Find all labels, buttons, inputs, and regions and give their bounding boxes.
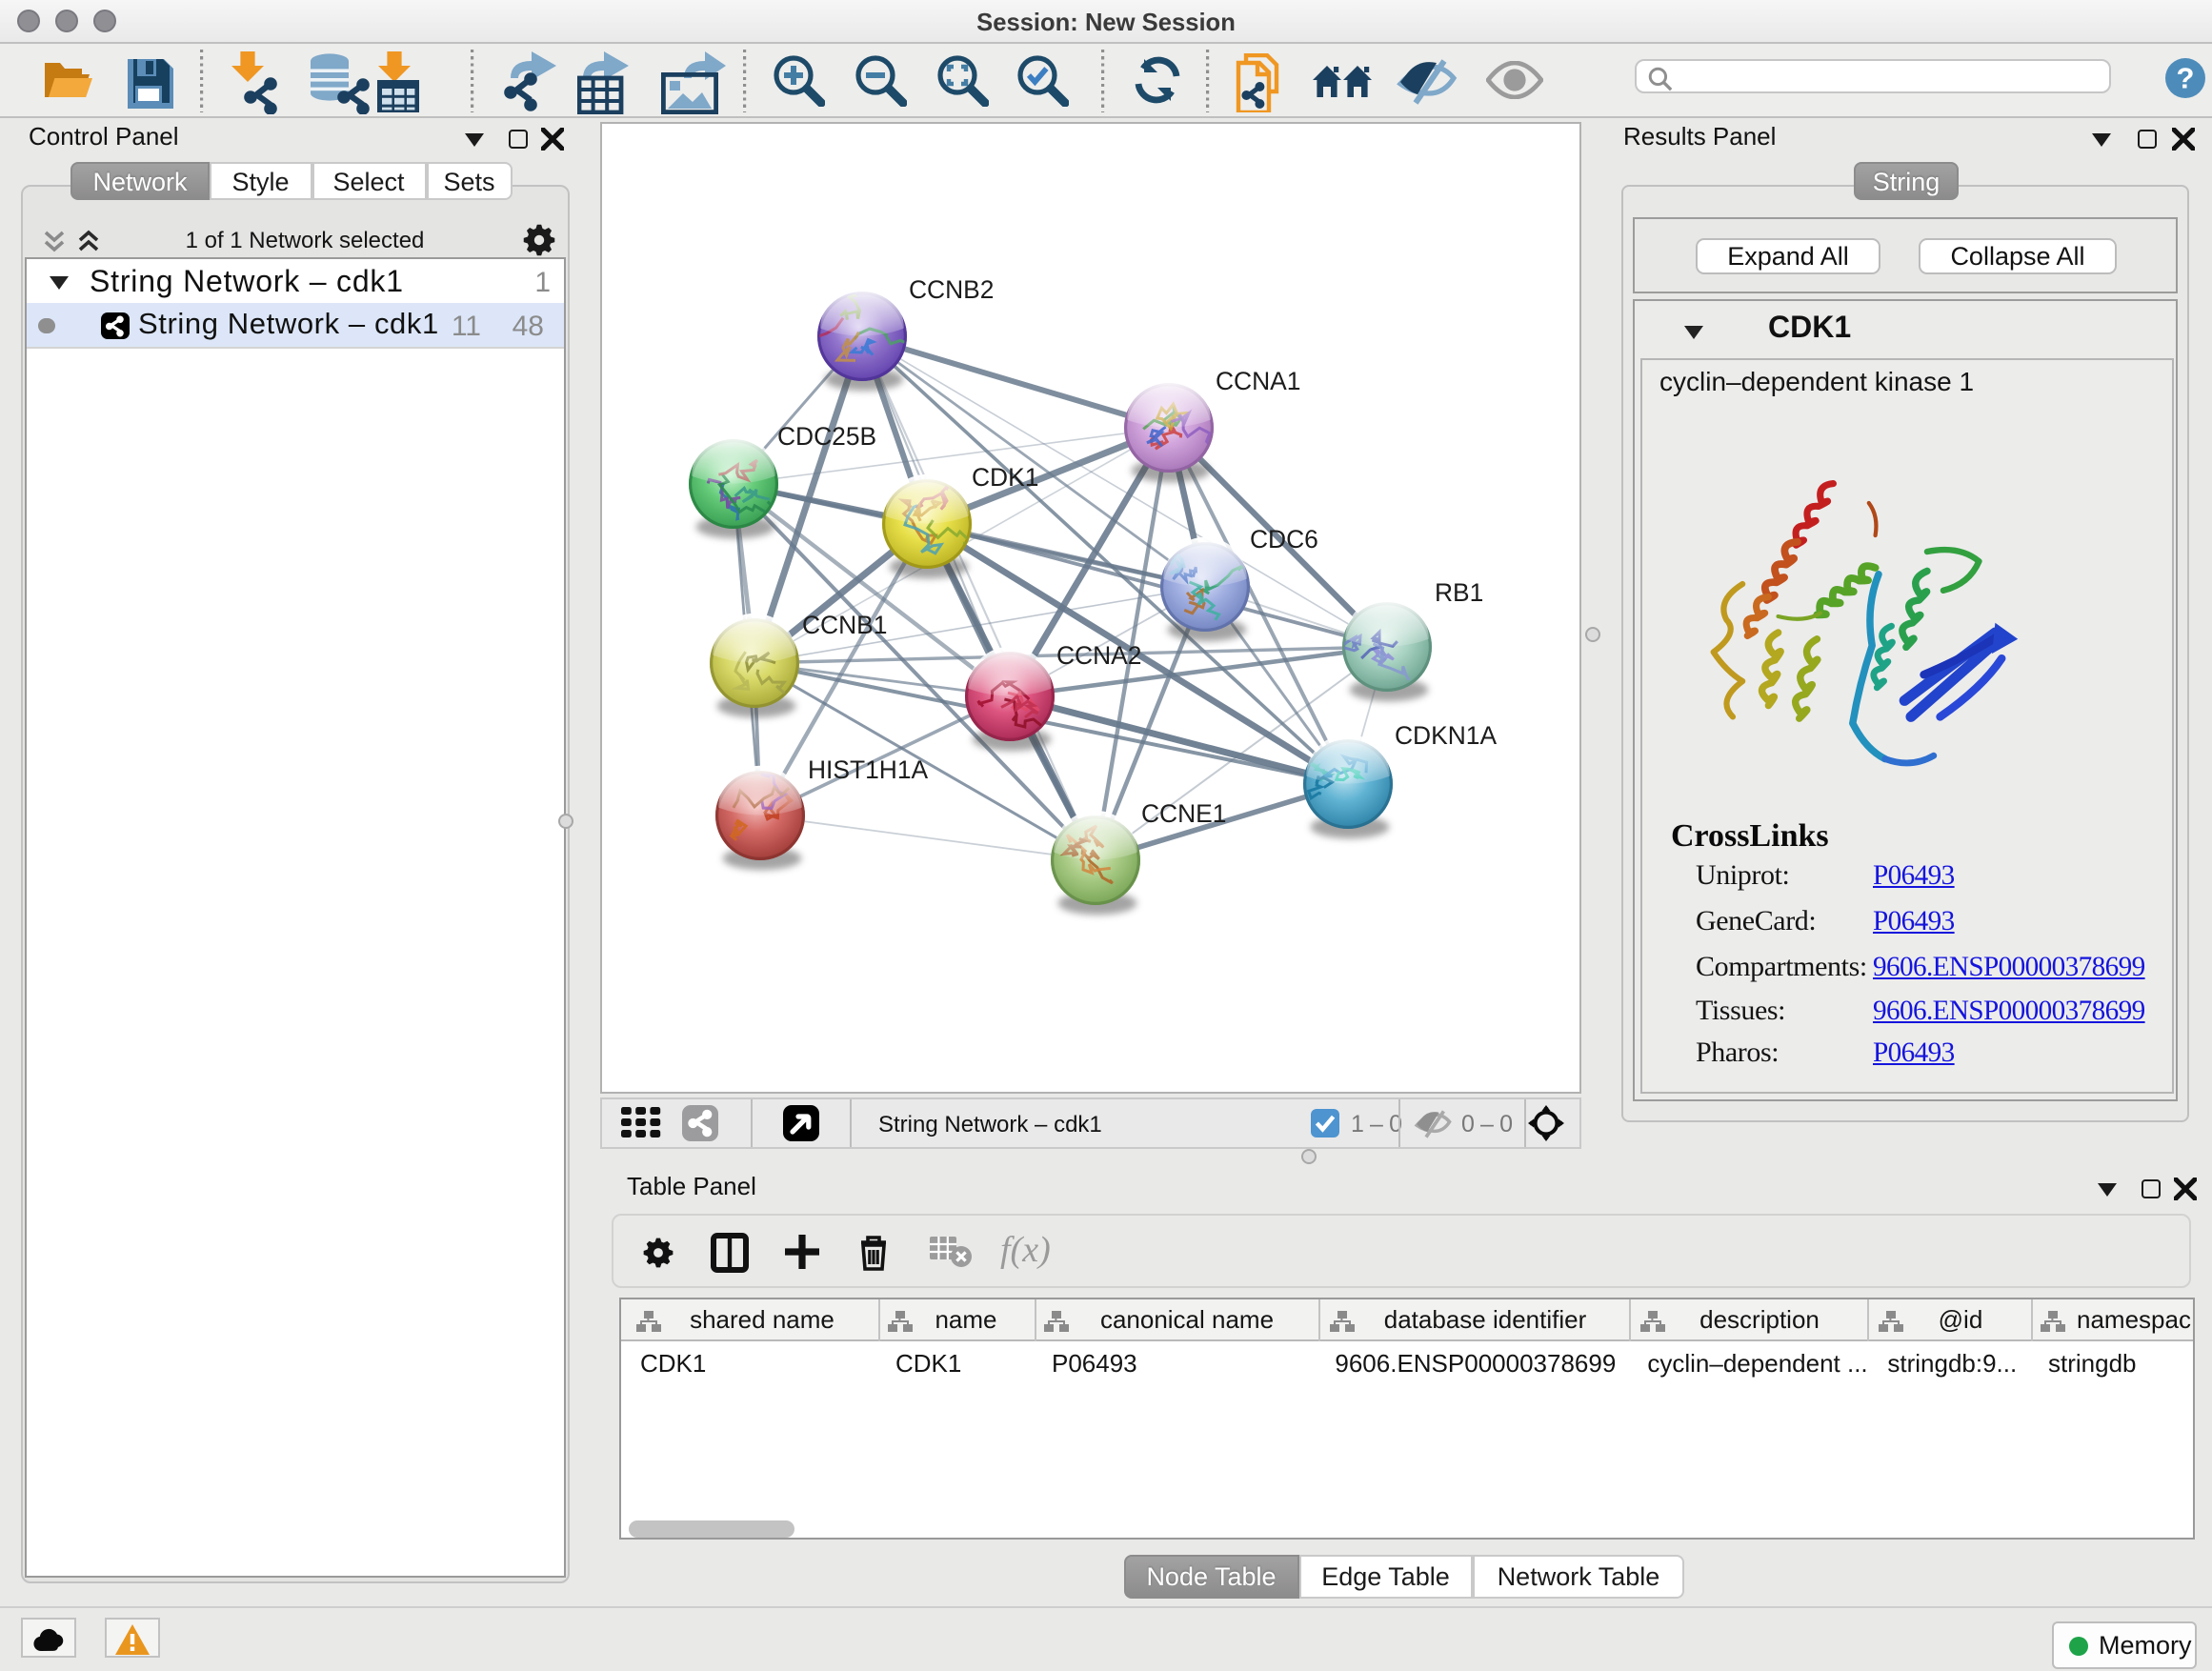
svg-text:RB1: RB1 xyxy=(1435,578,1483,607)
svg-text:CCNA1: CCNA1 xyxy=(1216,367,1300,395)
svg-text:CDK1: CDK1 xyxy=(972,463,1038,492)
svg-text:?: ? xyxy=(2177,61,2195,94)
svg-text:CDC25B: CDC25B xyxy=(777,422,876,451)
svg-text:CCNA2: CCNA2 xyxy=(1056,641,1141,670)
svg-text:CCNE1: CCNE1 xyxy=(1141,799,1226,828)
svg-text:HIST1H1A: HIST1H1A xyxy=(808,755,929,784)
svg-text:CDKN1A: CDKN1A xyxy=(1395,721,1497,750)
svg-text:CCNB2: CCNB2 xyxy=(909,275,994,304)
svg-text:CCNB1: CCNB1 xyxy=(802,611,887,639)
svg-text:CDC6: CDC6 xyxy=(1250,525,1318,554)
